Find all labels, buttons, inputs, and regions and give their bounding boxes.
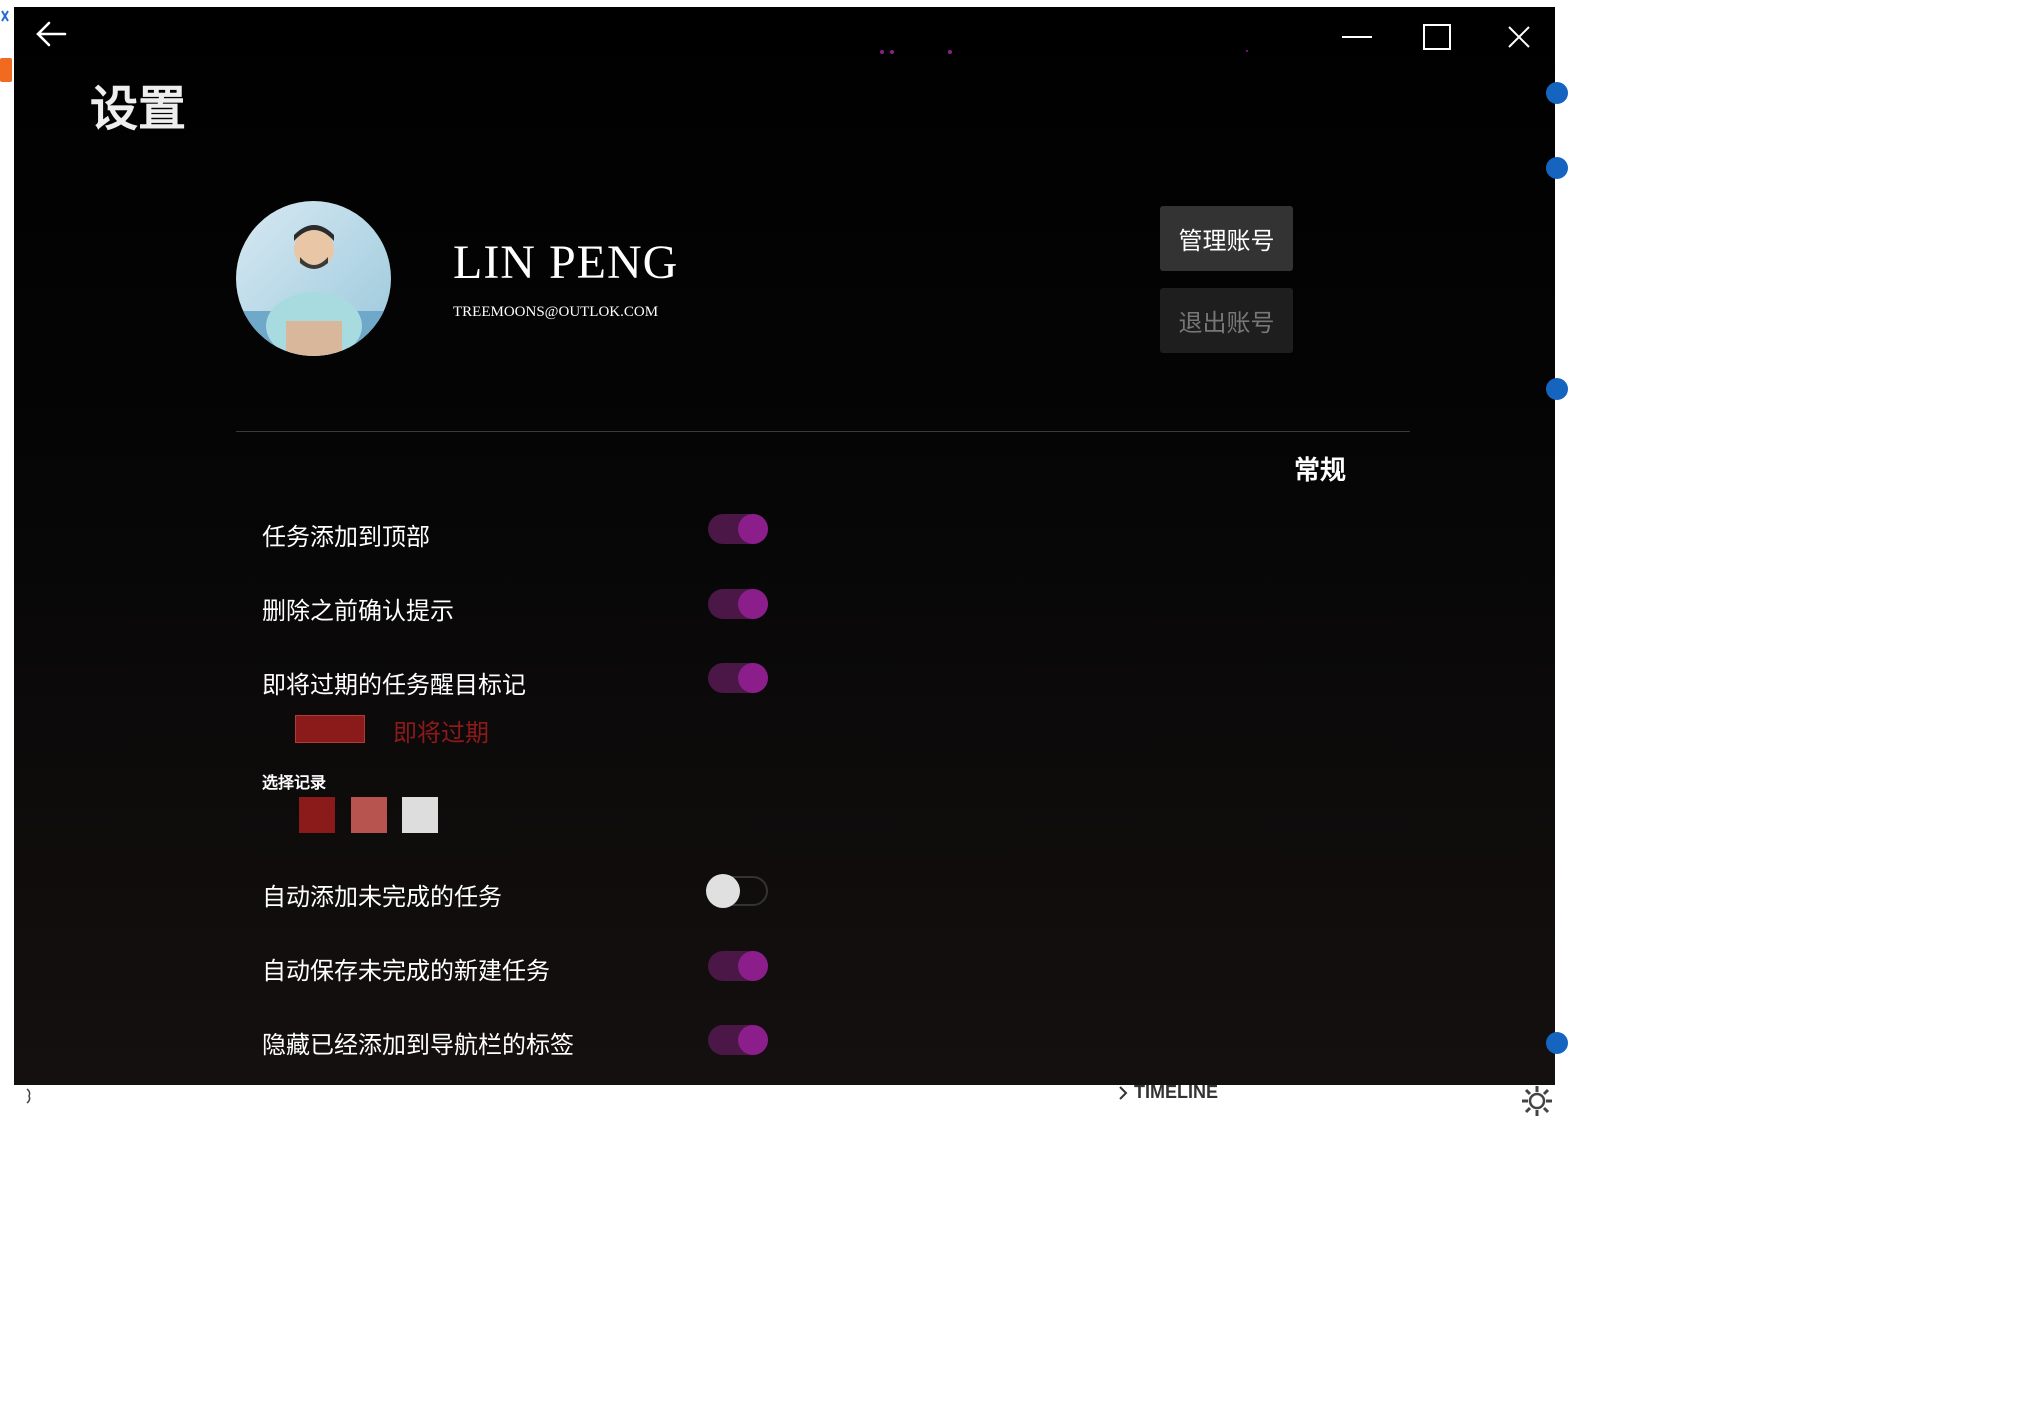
minimize-button[interactable] [1339, 22, 1375, 52]
toggle-confirm-delete[interactable] [708, 589, 768, 619]
close-icon [1508, 26, 1530, 48]
loading-dot [880, 50, 884, 54]
chevron-right-icon [1119, 1085, 1128, 1100]
toggle-add-to-top[interactable] [708, 514, 768, 544]
desktop-badge-icon [1546, 82, 1568, 104]
desktop-app-icon-orange [0, 58, 12, 82]
loading-dot [890, 50, 894, 54]
toggle-knob [738, 663, 768, 693]
maximize-icon [1423, 24, 1451, 50]
setting-label-hide-nav-tags: 隐藏已经添加到导航栏的标签 [262, 1031, 574, 1059]
desktop-app-icon-blue [0, 8, 10, 22]
setting-label-highlight-expiring: 即将过期的任务醒目标记 [262, 671, 526, 699]
close-button[interactable] [1501, 19, 1537, 55]
timeline-label: TIMELINE [1134, 1082, 1218, 1102]
toggle-knob [738, 951, 768, 981]
desktop-badge-icon [1546, 157, 1568, 179]
desktop-brace-icon [25, 1088, 35, 1104]
profile-name: LIN PENG [453, 236, 679, 289]
section-title-general: 常规 [1294, 456, 1347, 486]
back-button[interactable] [34, 19, 68, 49]
toggle-auto-add-unfinished[interactable] [706, 874, 768, 908]
page-title: 设置 [90, 81, 187, 137]
settings-window: 设置 LIN PENG TREEMOONS@OUTLOK.COM 管理账号 退出… [14, 7, 1555, 1085]
arrow-left-icon [36, 21, 67, 47]
loading-dot [948, 50, 952, 54]
setting-label-auto-add-unfinished: 自动添加未完成的任务 [262, 883, 502, 911]
logout-button[interactable]: 退出账号 [1160, 288, 1293, 353]
minimize-icon [1342, 36, 1372, 38]
manage-account-button[interactable]: 管理账号 [1160, 206, 1293, 271]
toggle-highlight-expiring[interactable] [708, 663, 768, 693]
color-history-label: 选择记录 [262, 773, 327, 792]
desktop-badge-icon [1546, 1032, 1568, 1054]
profile-email: TREEMOONS@OUTLOK.COM [453, 304, 659, 320]
expiring-color-preview[interactable] [295, 715, 365, 743]
maximize-button[interactable] [1419, 19, 1455, 55]
avatar [236, 201, 391, 356]
expiring-color-label: 即将过期 [393, 719, 489, 747]
color-swatch[interactable] [299, 797, 335, 833]
setting-label-add-to-top: 任务添加到顶部 [262, 523, 430, 551]
loading-dot [1246, 50, 1248, 52]
color-swatch[interactable] [351, 797, 387, 833]
toggle-knob [706, 874, 740, 908]
color-swatch[interactable] [402, 797, 438, 833]
setting-label-confirm-delete: 删除之前确认提示 [262, 597, 454, 625]
timeline-section[interactable]: TIMELINE [1118, 1082, 1218, 1103]
setting-label-auto-save-new: 自动保存未完成的新建任务 [262, 957, 550, 985]
toggle-knob [738, 1025, 768, 1055]
gear-icon[interactable] [1520, 1084, 1554, 1118]
toggle-knob [738, 514, 768, 544]
toggle-knob [738, 589, 768, 619]
user-avatar-icon [236, 225, 391, 356]
toggle-auto-save-new[interactable] [708, 951, 768, 981]
section-divider [236, 431, 1410, 432]
toggle-hide-nav-tags[interactable] [708, 1025, 768, 1055]
desktop-badge-icon [1546, 378, 1568, 400]
